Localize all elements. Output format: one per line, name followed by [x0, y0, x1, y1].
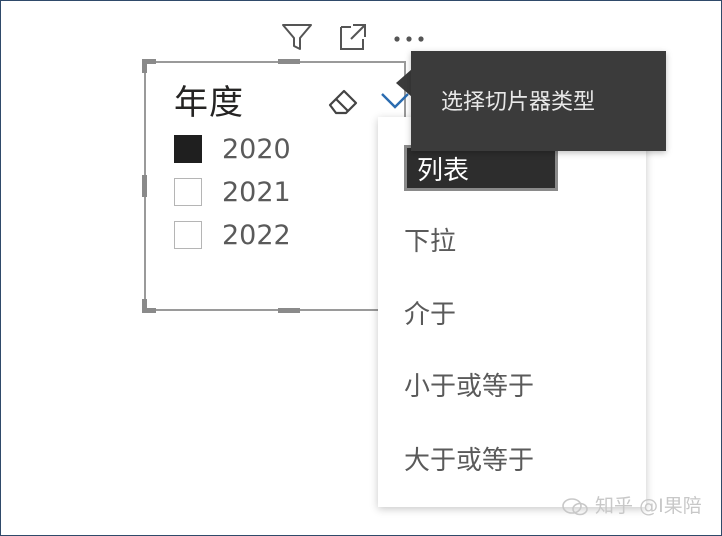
slicer-visual[interactable]: 年度 2020 2021 2022	[142, 59, 409, 313]
resize-handle-bottom[interactable]	[278, 308, 300, 313]
slicer-item-label: 2020	[222, 134, 291, 165]
resize-handle-left[interactable]	[142, 175, 147, 197]
slicer-type-dropdown: 列表 下拉 介于 小于或等于 大于或等于	[378, 117, 646, 507]
slicer-item-label: 2021	[222, 177, 291, 208]
option-list[interactable]: 列表	[404, 145, 558, 191]
option-greater-or-equal[interactable]: 大于或等于	[404, 444, 534, 478]
zhihu-logo-icon	[562, 497, 588, 515]
resize-handle-top-left-v[interactable]	[142, 59, 147, 73]
more-options-icon[interactable]	[389, 21, 425, 53]
resize-handle-top[interactable]	[278, 59, 300, 64]
option-dropdown[interactable]: 下拉	[404, 225, 456, 259]
checkbox[interactable]	[174, 221, 202, 249]
slicer-item-label: 2022	[222, 220, 291, 251]
canvas-frame: 年度 2020 2021 2022 列表 下拉 介于 小于或等于 大于或等于 选…	[0, 0, 722, 536]
checkbox-checked[interactable]	[174, 135, 202, 163]
tooltip-text: 选择切片器类型	[441, 90, 596, 115]
visual-header-toolbar	[277, 15, 437, 55]
tooltip: 选择切片器类型	[411, 51, 666, 151]
watermark-text: 知乎 @I果陪	[595, 495, 702, 517]
option-between[interactable]: 介于	[404, 298, 456, 332]
tooltip-arrow	[396, 69, 412, 97]
checkbox[interactable]	[174, 178, 202, 206]
eraser-icon[interactable]	[324, 83, 364, 119]
option-less-or-equal[interactable]: 小于或等于	[404, 370, 534, 404]
resize-handle-bottom-left[interactable]	[142, 308, 156, 313]
focus-mode-icon[interactable]	[335, 21, 371, 53]
watermark: 知乎 @I果陪	[561, 491, 702, 521]
slicer-title: 年度	[174, 83, 244, 123]
filter-icon[interactable]	[279, 21, 315, 53]
